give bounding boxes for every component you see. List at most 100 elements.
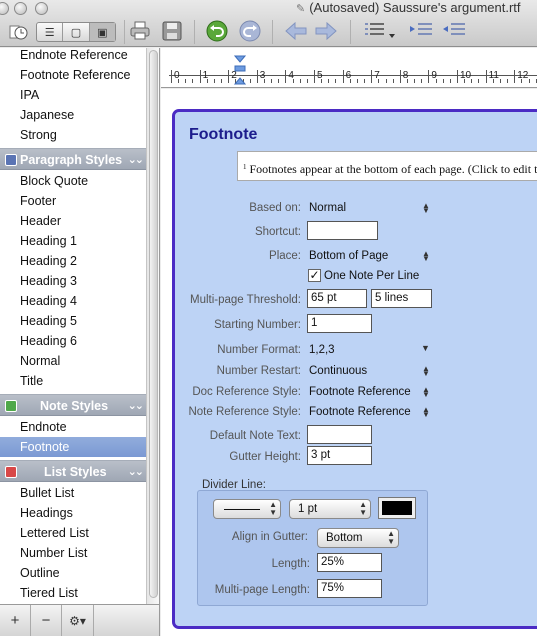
undo-icon[interactable] [204,18,230,44]
place-select[interactable]: Bottom of Page [309,250,388,262]
threshold-lines-field[interactable]: 5 lines [371,289,432,308]
sidebar-item-footnote-reference[interactable]: Footnote Reference [0,65,146,85]
style-preview[interactable]: 1 Footnotes appear at the bottom of each … [237,151,537,181]
sidebar-item-footer[interactable]: Footer [0,191,146,211]
sidebar-item-ipa[interactable]: IPA [0,85,146,105]
multi-page-length-label: Multi-page Length: [214,584,310,596]
divider-style-popup[interactable]: ▲ ▼ [213,499,281,519]
sidebar-item-outline[interactable]: Outline [0,563,146,583]
styles-sidebar: Endnote Reference Footnote Reference IPA… [0,48,160,604]
ruler-minor-tick [478,79,480,83]
redo-icon[interactable] [237,18,263,44]
align-in-gutter-popup[interactable]: Bottom ▲ ▼ [317,528,399,548]
close-window-button[interactable] [0,2,9,15]
shortcut-field[interactable] [307,221,378,240]
sidebar-item-title[interactable]: Title [0,371,146,391]
sidebar-scrollbar[interactable] [146,48,159,604]
ruler-number: 12 [517,70,529,81]
updown-arrows-icon[interactable]: ▲ ▼ [422,406,430,419]
scrollbar-thumb[interactable] [149,50,158,598]
ruler-minor-tick [364,79,366,83]
starting-number-label: Starting Number: [214,319,301,331]
zoom-window-button[interactable] [35,2,48,15]
updown-arrows-icon[interactable]: ▲ ▼ [422,202,430,215]
dropdown-arrow-icon[interactable]: ▼ [421,343,430,353]
document-area[interactable]: Footnote 1 Footnotes appear at the bottom… [161,89,537,636]
view-page-icon[interactable]: ▢ [63,23,90,41]
collapse-chevron-icon[interactable]: ⌄⌄ [128,461,145,483]
view-list-icon[interactable]: ☰ [37,23,64,41]
remove-style-button[interactable]: − [31,605,62,636]
paragraph-styles-header[interactable]: Paragraph Styles ⌄⌄ [0,148,146,170]
print-icon[interactable] [128,18,152,44]
forward-icon[interactable] [313,18,339,44]
ruler-minor-tick [492,79,494,83]
sidebar-item-lettered-list[interactable]: Lettered List [0,523,146,543]
ruler-tick [428,70,430,83]
sidebar-item-heading-1[interactable]: Heading 1 [0,231,146,251]
note-reference-style-select[interactable]: Footnote Reference [309,406,411,418]
add-style-button[interactable]: + [0,605,31,636]
updown-arrows-icon[interactable]: ▲ ▼ [422,365,430,378]
back-icon[interactable] [283,18,309,44]
starting-number-field[interactable]: 1 [307,314,372,333]
ruler-tick [285,70,287,83]
sidebar-item-japanese[interactable]: Japanese [0,105,146,125]
ruler[interactable]: 0 1 2 3 4 5 6 7 8 9 10 11 12 [161,48,537,88]
collapse-chevron-icon[interactable]: ⌄⌄ [128,149,145,171]
sidebar-item-tiered-list[interactable]: Tiered List [0,583,146,603]
updown-arrows-icon[interactable]: ▲ ▼ [422,386,430,399]
sidebar-item-normal[interactable]: Normal [0,351,146,371]
updown-arrows-icon[interactable]: ▲ ▼ [422,250,430,263]
sidebar-item-bullet-list[interactable]: Bullet List [0,483,146,503]
ruler-minor-tick [349,79,351,83]
toolbar-separator [350,20,351,44]
indent-icon[interactable] [407,18,435,44]
number-restart-select[interactable]: Continuous [309,365,367,377]
doc-reference-style-select[interactable]: Footnote Reference [309,386,411,398]
sidebar-item-heading-5[interactable]: Heading 5 [0,311,146,331]
sidebar-item-footnote[interactable]: Footnote [0,437,146,457]
list-icon[interactable] [362,18,398,44]
length-field[interactable]: 25% [317,553,382,572]
note-styles-header[interactable]: Note Styles ⌄⌄ [0,394,146,416]
threshold-pt-field[interactable]: 65 pt [307,289,367,308]
sidebar-item-heading-3[interactable]: Heading 3 [0,271,146,291]
ruler-minor-tick [249,79,251,83]
sidebar-item-block-quote[interactable]: Block Quote [0,171,146,191]
default-note-text-field[interactable] [307,425,372,444]
sidebar-item-endnote-reference[interactable]: Endnote Reference [0,48,146,65]
ruler-minor-tick [192,79,194,83]
clock-icon[interactable] [6,18,30,44]
number-format-label: Number Format: [217,344,301,356]
one-note-per-line-checkbox[interactable]: ✓ [308,269,321,282]
divider-color-well[interactable] [378,497,416,519]
shortcut-label: Shortcut: [254,226,301,238]
sidebar-item-heading-4[interactable]: Heading 4 [0,291,146,311]
indent-marker-icon[interactable] [234,55,246,85]
minimize-window-button[interactable] [14,2,27,15]
sidebar-item-endnote[interactable]: Endnote [0,417,146,437]
save-icon[interactable] [160,18,184,44]
sidebar-item-heading-6[interactable]: Heading 6 [0,331,146,351]
sidebar-item-heading-2[interactable]: Heading 2 [0,251,146,271]
sidebar-item-number-list[interactable]: Number List [0,543,146,563]
ruler-minor-tick [278,79,280,83]
outdent-icon[interactable] [440,18,468,44]
sidebar-item-headings[interactable]: Headings [0,503,146,523]
align-in-gutter-label: Align in Gutter: [231,531,308,543]
toolbar-separator [194,20,195,44]
multi-page-length-field[interactable]: 75% [317,579,382,598]
list-styles-header[interactable]: List Styles ⌄⌄ [0,460,146,482]
sidebar-item-strong[interactable]: Strong [0,125,146,145]
ruler-minor-tick [178,79,180,83]
gear-icon[interactable]: ⚙▾ [62,605,94,636]
based-on-select[interactable]: Normal [309,202,346,214]
gutter-height-field[interactable]: 3 pt [307,446,372,465]
ruler-minor-tick [335,79,337,83]
number-format-select[interactable]: 1,2,3 [309,344,335,356]
divider-weight-popup[interactable]: 1 pt ▲ ▼ [289,499,371,519]
view-full-icon[interactable]: ▣ [89,23,115,41]
sidebar-item-header[interactable]: Header [0,211,146,231]
collapse-chevron-icon[interactable]: ⌄⌄ [128,395,145,417]
